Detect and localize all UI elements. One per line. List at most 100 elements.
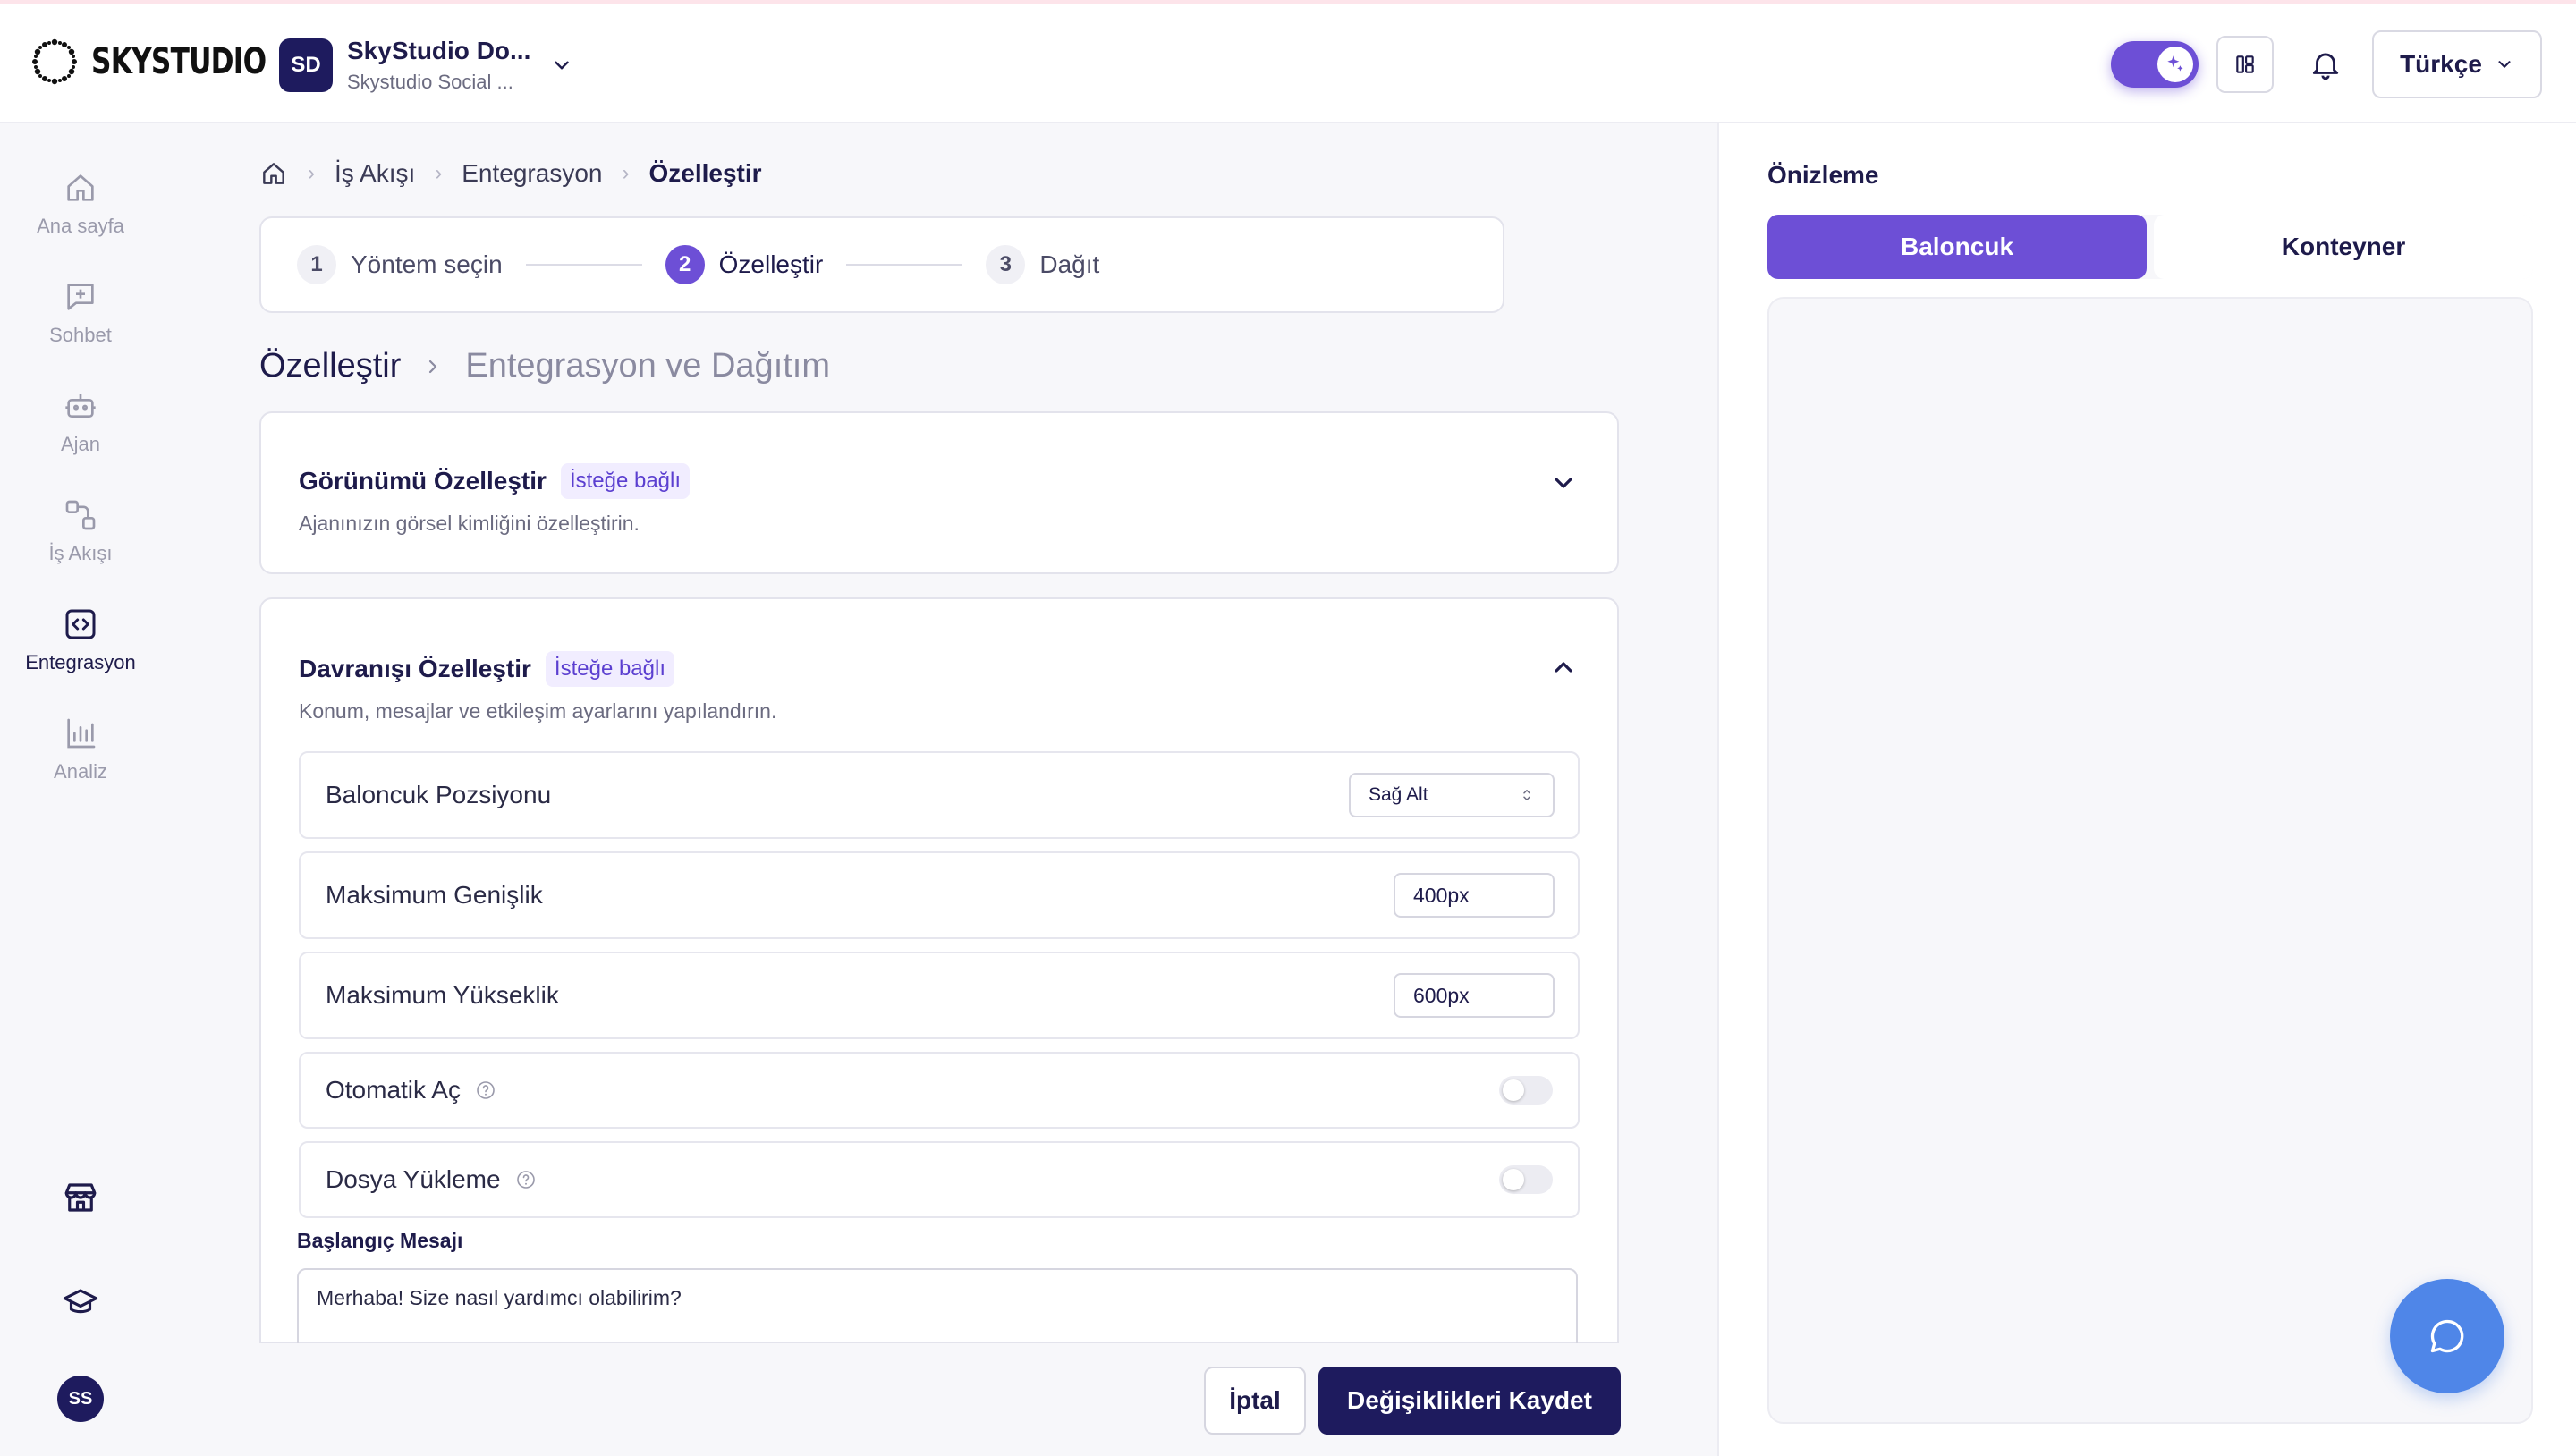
step-connector [846, 264, 963, 266]
avatar: SS [57, 1376, 104, 1422]
step-1[interactable]: 1 Yöntem seçin [297, 245, 503, 284]
help-circle-icon[interactable] [515, 1169, 537, 1190]
optional-badge: İsteğe bağlı [560, 463, 691, 499]
sidebar-item-agent[interactable]: Ajan [0, 388, 161, 456]
sidebar-item-workflow[interactable]: İş Akışı [0, 497, 161, 565]
sidebar-item-label: Sohbet [49, 324, 112, 346]
file-upload-toggle[interactable] [1499, 1165, 1553, 1194]
sparkle-icon [2167, 55, 2183, 72]
step-2[interactable]: 2 Özelleştir [665, 245, 824, 284]
brand-logo[interactable]: SKYSTUDIO [30, 38, 315, 86]
logo-icon [32, 38, 77, 85]
step-label: Özelleştir [718, 250, 824, 278]
store-icon [64, 1183, 97, 1212]
auto-open-toggle[interactable] [1499, 1076, 1553, 1105]
auto-open-row: Otomatik Aç [299, 1052, 1580, 1129]
save-button[interactable]: Değişiklikleri Kaydet [1318, 1367, 1621, 1435]
main-content: › İş Akışı › Entegrasyon › Özelleştir 1 … [161, 123, 1717, 1456]
max-height-input[interactable]: 600px [1394, 973, 1555, 1018]
workflow-icon [65, 500, 96, 530]
breadcrumb: › İş Akışı › Entegrasyon › Özelleştir [259, 159, 762, 188]
preview-title: Önizleme [1767, 161, 1879, 189]
bubble-position-select[interactable]: Sağ Alt [1349, 773, 1555, 817]
chat-plus-icon [67, 284, 94, 310]
bubble-position-row: Baloncuk Pozsiyonu Sağ Alt [299, 751, 1580, 839]
chevron-down-icon[interactable] [1549, 469, 1578, 497]
optional-badge: İsteğe bağlı [545, 651, 674, 687]
chevron-down-icon [555, 61, 570, 70]
start-message-label: Başlangıç Mesajı [297, 1229, 463, 1252]
step-number: 1 [297, 245, 336, 284]
step-label: Yöntem seçin [351, 250, 503, 278]
field-label: Baloncuk Pozsiyonu [326, 781, 552, 808]
sidebar-item-label: Ajan [60, 433, 101, 455]
chevron-down-icon [2498, 61, 2511, 68]
layout-icon [2236, 55, 2254, 73]
file-upload-row: Dosya Yükleme [299, 1141, 1580, 1218]
card-title: Davranışı Özelleştir [299, 655, 531, 682]
chat-bubble-icon [2430, 1319, 2464, 1353]
workspace-switcher[interactable]: SD SkyStudio Do... Skystudio Social ... [279, 34, 573, 97]
app-header: SKYSTUDIO SD SkyStudio Do... Skystudio S… [0, 4, 2576, 123]
step-label: Dağıt [1039, 250, 1100, 278]
chevron-up-icon[interactable] [1549, 653, 1578, 681]
breadcrumb-item[interactable]: İş Akışı [335, 159, 415, 188]
code-icon [65, 609, 96, 639]
max-width-input[interactable]: 400px [1394, 873, 1555, 918]
sidebar: Ana sayfa Sohbet Ajan İş Akışı Entegrasy… [0, 123, 161, 1456]
robot-icon [65, 394, 96, 418]
cancel-button[interactable]: İptal [1204, 1367, 1306, 1435]
language-label: Türkçe [2400, 50, 2482, 78]
ai-mode-toggle[interactable] [2111, 41, 2199, 88]
max-width-row: Maksimum Genişlik 400px [299, 851, 1580, 939]
sidebar-item-label: Analiz [54, 760, 107, 783]
section-current: Özelleştir [259, 347, 402, 385]
behavior-card: Davranışı Özelleştir İsteğe bağlı Konum,… [259, 597, 1619, 1343]
card-description: Ajanınızın görsel kimliğini özelleştirin… [299, 512, 640, 535]
field-label: Dosya Yükleme [326, 1165, 501, 1193]
step-number: 3 [986, 245, 1026, 284]
home-icon [67, 174, 94, 201]
form-actions: İptal Değişiklikleri Kaydet [1204, 1367, 1621, 1435]
max-height-row: Maksimum Yükseklik 600px [299, 952, 1580, 1039]
tab-container[interactable]: Konteyner [2154, 215, 2533, 279]
bell-icon [2312, 53, 2339, 80]
breadcrumb-item[interactable]: Entegrasyon [462, 159, 602, 188]
sidebar-item-chat[interactable]: Sohbet [0, 279, 161, 347]
sidebar-item-label: Entegrasyon [25, 651, 136, 673]
stepper: 1 Yöntem seçin 2 Özelleştir 3 Dağıt [259, 216, 1504, 313]
home-icon[interactable] [259, 159, 288, 188]
preview-tabs: Baloncuk Konteyner [1767, 215, 2533, 279]
start-message-textarea[interactable]: Merhaba! Size nasıl yardımcı olabilirim? [297, 1268, 1578, 1343]
user-menu[interactable]: SS [0, 1376, 161, 1422]
card-description: Konum, mesajlar ve etkileşim ayarlarını … [299, 699, 777, 723]
preview-canvas [1767, 297, 2533, 1424]
sidebar-item-home[interactable]: Ana sayfa [0, 170, 161, 238]
help-circle-icon[interactable] [475, 1079, 496, 1101]
sidebar-item-integration[interactable]: Entegrasyon [0, 606, 161, 674]
appearance-card[interactable]: Görünümü Özelleştir İsteğe bağlı Ajanını… [259, 411, 1619, 574]
breadcrumb-separator: › [622, 161, 630, 185]
field-label: Maksimum Yükseklik [326, 981, 559, 1009]
sidebar-item-label: Ana sayfa [37, 215, 124, 237]
brand-name: SKYSTUDIO [91, 41, 267, 82]
workspace-avatar: SD [279, 38, 333, 92]
layout-button[interactable] [2216, 36, 2274, 93]
language-select[interactable]: Türkçe [2372, 30, 2542, 98]
academy-button[interactable] [0, 1284, 161, 1322]
tab-bubble[interactable]: Baloncuk [1767, 215, 2147, 279]
workspace-subtitle: Skystudio Social ... [347, 71, 513, 93]
notifications-button[interactable] [2299, 38, 2352, 91]
breadcrumb-separator: › [308, 161, 315, 185]
chat-bubble-button[interactable] [2390, 1279, 2504, 1393]
chevron-right-icon [429, 360, 437, 373]
sidebar-item-analytics[interactable]: Analiz [0, 715, 161, 783]
sidebar-item-label: İş Akışı [48, 542, 113, 564]
step-3[interactable]: 3 Dağıt [986, 245, 1099, 284]
step-number: 2 [665, 245, 705, 284]
graduation-cap-icon [63, 1289, 98, 1314]
step-connector [525, 264, 642, 266]
store-button[interactable] [0, 1179, 161, 1216]
chevron-up-down-icon [1523, 790, 1530, 800]
start-message-clip: Merhaba! Size nasıl yardımcı olabilirim? [259, 1268, 1619, 1343]
